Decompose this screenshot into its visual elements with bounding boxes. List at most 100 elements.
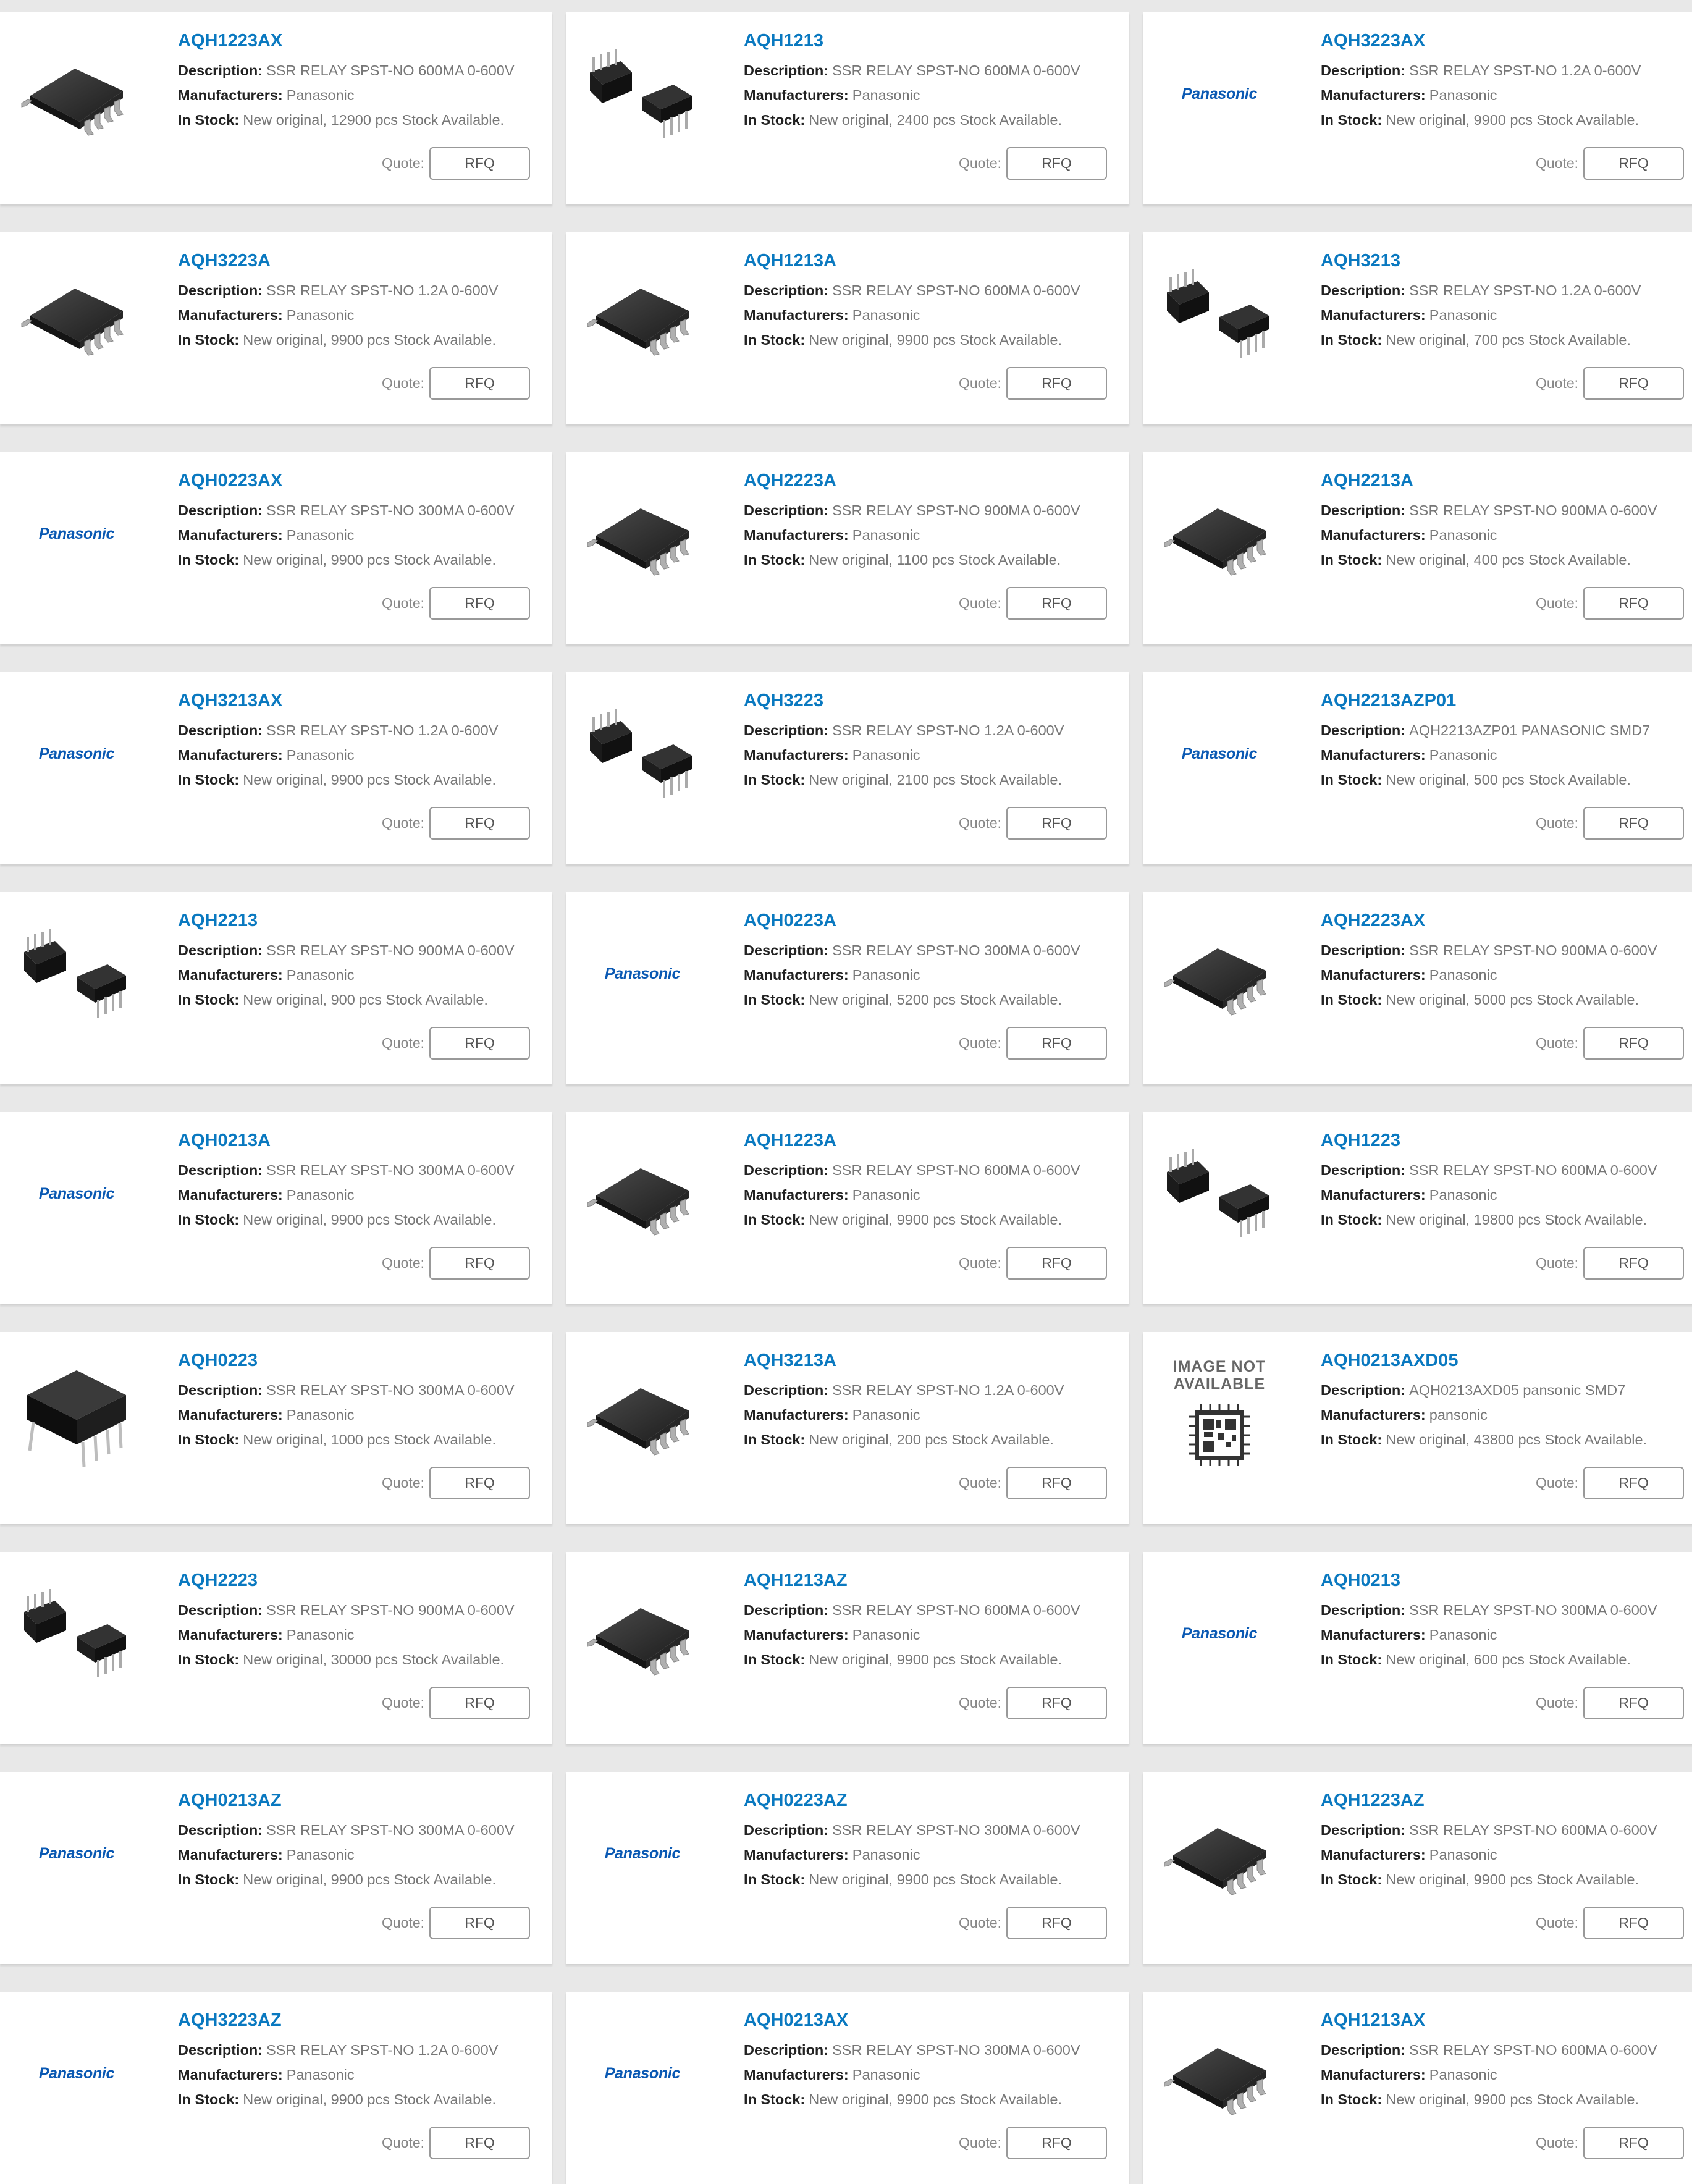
- product-image[interactable]: Panasonic: [581, 2012, 704, 2135]
- rfq-button[interactable]: RFQ: [1006, 807, 1107, 840]
- rfq-button[interactable]: RFQ: [1583, 1907, 1684, 1939]
- rfq-button[interactable]: RFQ: [1006, 1027, 1107, 1060]
- product-title-link[interactable]: AQH1213AX: [1321, 2009, 1692, 2031]
- rfq-button[interactable]: RFQ: [429, 1247, 530, 1280]
- rfq-button[interactable]: RFQ: [429, 147, 530, 180]
- product-title-link[interactable]: AQH0213AXD05: [1321, 1349, 1692, 1372]
- product-title-link[interactable]: AQH2213AZP01: [1321, 689, 1692, 712]
- product-title-link[interactable]: AQH0223AX: [178, 470, 546, 492]
- rfq-button[interactable]: RFQ: [429, 2127, 530, 2159]
- product-image[interactable]: [15, 1572, 138, 1695]
- product-image[interactable]: [581, 472, 704, 596]
- rfq-button[interactable]: RFQ: [1583, 807, 1684, 840]
- product-title-link[interactable]: AQH3223AZ: [178, 2009, 546, 2031]
- rfq-button[interactable]: RFQ: [1006, 587, 1107, 620]
- rfq-button[interactable]: RFQ: [1006, 1687, 1107, 1719]
- product-title-link[interactable]: AQH1213A: [744, 250, 1123, 272]
- manufacturer-value: Panasonic: [852, 87, 920, 103]
- product-title-link[interactable]: AQH1213: [744, 30, 1123, 52]
- manufacturer-row: Manufacturers: Panasonic: [744, 1622, 1123, 1647]
- rfq-button[interactable]: RFQ: [1006, 147, 1107, 180]
- rfq-button[interactable]: RFQ: [429, 367, 530, 400]
- rfq-button[interactable]: RFQ: [1006, 1467, 1107, 1499]
- product-image[interactable]: Panasonic: [15, 472, 138, 596]
- product-image[interactable]: Panasonic: [581, 912, 704, 1035]
- quote-area: Quote: RFQ: [1536, 1907, 1684, 1939]
- product-image[interactable]: [15, 252, 138, 376]
- product-title-link[interactable]: AQH0213AX: [744, 2009, 1123, 2031]
- product-image[interactable]: [1158, 252, 1281, 376]
- rfq-button[interactable]: RFQ: [1583, 1687, 1684, 1719]
- product-image[interactable]: Panasonic: [15, 2012, 138, 2135]
- rfq-button[interactable]: RFQ: [429, 1687, 530, 1719]
- product-info: AQH1223A Description: SSR RELAY SPST-NO 6…: [744, 1129, 1123, 1232]
- rfq-button[interactable]: RFQ: [1006, 1247, 1107, 1280]
- product-title-link[interactable]: AQH0213A: [178, 1129, 546, 1152]
- product-title-link[interactable]: AQH0223: [178, 1349, 546, 1372]
- rfq-button[interactable]: RFQ: [1583, 147, 1684, 180]
- manufacturer-label: Manufacturers:: [1321, 1187, 1426, 1203]
- description-row: Description: SSR RELAY SPST-NO 1.2A 0-600…: [1321, 58, 1692, 83]
- product-image[interactable]: Panasonic: [1158, 32, 1281, 156]
- product-image[interactable]: [15, 912, 138, 1035]
- product-title-link[interactable]: AQH1223AZ: [1321, 1789, 1692, 1811]
- product-title-link[interactable]: AQH1223AX: [178, 30, 546, 52]
- rfq-button[interactable]: RFQ: [429, 807, 530, 840]
- product-image[interactable]: [581, 1352, 704, 1475]
- rfq-button[interactable]: RFQ: [1006, 2127, 1107, 2159]
- product-title-link[interactable]: AQH0223AZ: [744, 1789, 1123, 1811]
- description-label: Description:: [178, 502, 263, 518]
- rfq-button[interactable]: RFQ: [1583, 1247, 1684, 1280]
- product-image[interactable]: [581, 1132, 704, 1255]
- product-image[interactable]: [581, 692, 704, 816]
- rfq-button[interactable]: RFQ: [1583, 587, 1684, 620]
- quote-area: Quote: RFQ: [1536, 1687, 1684, 1719]
- product-image[interactable]: Panasonic: [1158, 692, 1281, 816]
- product-image[interactable]: [1158, 1132, 1281, 1255]
- product-title-link[interactable]: AQH0213AZ: [178, 1789, 546, 1811]
- product-title-link[interactable]: AQH3223AX: [1321, 30, 1692, 52]
- product-image[interactable]: [15, 32, 138, 156]
- product-image[interactable]: [581, 252, 704, 376]
- product-image[interactable]: Panasonic: [15, 1792, 138, 1915]
- product-image[interactable]: Panasonic: [15, 692, 138, 816]
- rfq-button[interactable]: RFQ: [429, 1467, 530, 1499]
- rfq-button[interactable]: RFQ: [429, 1907, 530, 1939]
- product-image[interactable]: [1158, 912, 1281, 1035]
- product-title-link[interactable]: AQH3213A: [744, 1349, 1123, 1372]
- product-title-link[interactable]: AQH2213A: [1321, 470, 1692, 492]
- stock-label: In Stock:: [178, 1212, 240, 1228]
- product-card: AQH1223A Description: SSR RELAY SPST-NO 6…: [566, 1112, 1129, 1304]
- rfq-button[interactable]: RFQ: [1583, 1467, 1684, 1499]
- product-image[interactable]: [1158, 2012, 1281, 2135]
- product-title-link[interactable]: AQH2223: [178, 1569, 546, 1592]
- product-image[interactable]: [581, 1572, 704, 1695]
- rfq-button[interactable]: RFQ: [1583, 1027, 1684, 1060]
- product-image[interactable]: Panasonic: [581, 1792, 704, 1915]
- product-image[interactable]: [15, 1352, 138, 1475]
- rfq-button[interactable]: RFQ: [429, 587, 530, 620]
- product-image[interactable]: IMAGE NOT AVAILABLE: [1158, 1352, 1281, 1475]
- product-title-link[interactable]: AQH3223: [744, 689, 1123, 712]
- rfq-button[interactable]: RFQ: [1006, 367, 1107, 400]
- product-image[interactable]: [1158, 1792, 1281, 1915]
- rfq-button[interactable]: RFQ: [1583, 367, 1684, 400]
- product-title-link[interactable]: AQH0223A: [744, 909, 1123, 932]
- product-title-link[interactable]: AQH3213AX: [178, 689, 546, 712]
- product-title-link[interactable]: AQH3213: [1321, 250, 1692, 272]
- product-image[interactable]: [1158, 472, 1281, 596]
- rfq-button[interactable]: RFQ: [429, 1027, 530, 1060]
- rfq-button[interactable]: RFQ: [1006, 1907, 1107, 1939]
- product-title-link[interactable]: AQH2223AX: [1321, 909, 1692, 932]
- product-title-link[interactable]: AQH2213: [178, 909, 546, 932]
- product-title-link[interactable]: AQH0213: [1321, 1569, 1692, 1592]
- product-image[interactable]: Panasonic: [15, 1132, 138, 1255]
- product-title-link[interactable]: AQH3223A: [178, 250, 546, 272]
- product-title-link[interactable]: AQH1223A: [744, 1129, 1123, 1152]
- product-image[interactable]: [581, 32, 704, 156]
- product-image[interactable]: Panasonic: [1158, 1572, 1281, 1695]
- product-title-link[interactable]: AQH1223: [1321, 1129, 1692, 1152]
- rfq-button[interactable]: RFQ: [1583, 2127, 1684, 2159]
- product-title-link[interactable]: AQH2223A: [744, 470, 1123, 492]
- product-title-link[interactable]: AQH1213AZ: [744, 1569, 1123, 1592]
